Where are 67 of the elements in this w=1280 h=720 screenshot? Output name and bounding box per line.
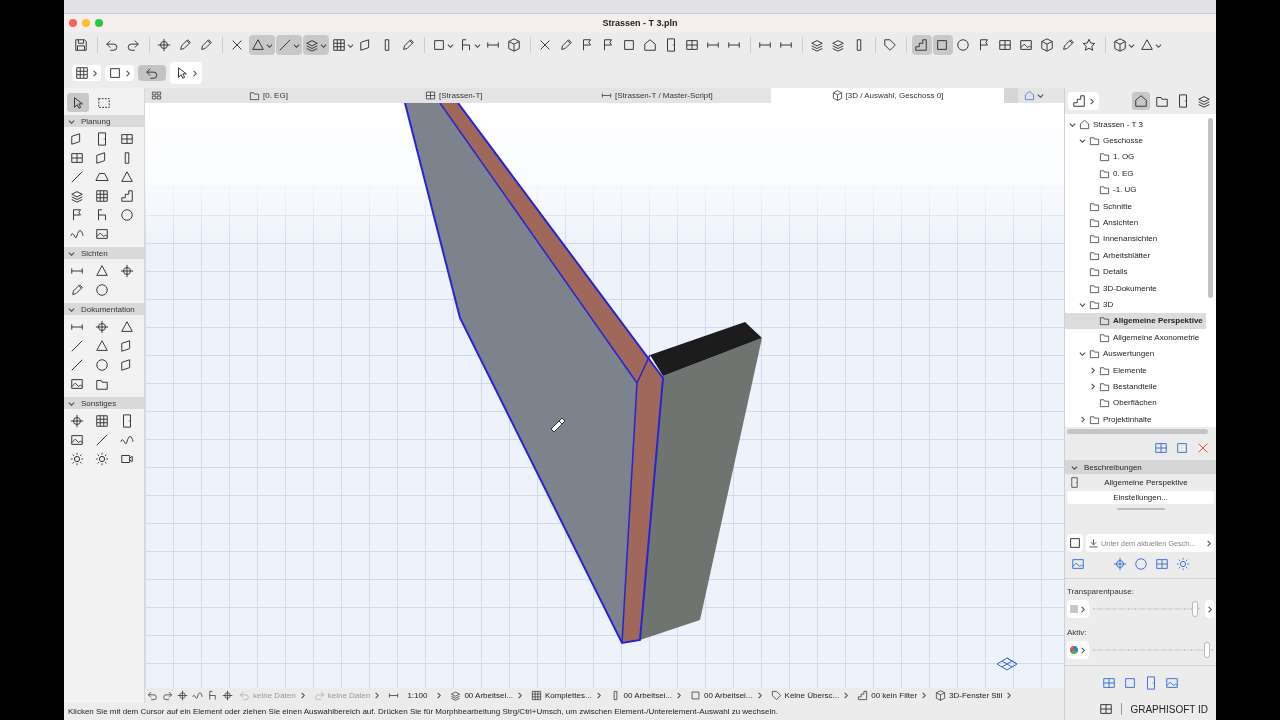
navigator-item[interactable]: Arbeitsblätter	[1065, 247, 1206, 264]
item-label: Allgemeine Axonometrie	[1113, 332, 1200, 342]
navigator-item[interactable]: Details	[1065, 263, 1206, 280]
toolbox-section-header[interactable]: Planung	[64, 115, 144, 127]
section-label: Beschreibungen	[1084, 462, 1142, 472]
settings-button[interactable]: Einstellungen...	[1067, 491, 1214, 504]
item-label: 0. EG	[1113, 168, 1134, 178]
status-dropdown[interactable]: Komplettes...	[528, 690, 604, 701]
navigator-item[interactable]: 0. EG	[1065, 165, 1206, 182]
navigator-item[interactable]: 3D-Dokumente	[1065, 279, 1206, 297]
item-label: Schnitte	[1103, 201, 1132, 211]
view-name: Allgemeine Perspektive	[1103, 478, 1189, 487]
status-dropdown[interactable]: 00 Arbeitsei...	[688, 690, 765, 701]
navigator-item[interactable]: 1. OG	[1065, 148, 1206, 166]
status-dropdown[interactable]: 00 Arbeitsei...	[448, 690, 525, 701]
section-header[interactable]: Beschreibungen	[1065, 460, 1216, 474]
view-tab[interactable]: [3D / Auswahl, Geschoss 0]	[771, 88, 1004, 103]
section-label: Sonstiges	[81, 398, 117, 408]
window-title: Strassen - T 3.pln	[602, 18, 678, 28]
section-label: Planung	[81, 116, 111, 126]
toolbox-section-header[interactable]: Dokumentation	[64, 303, 144, 315]
item-label: Allgemeine Perspektive	[1113, 316, 1203, 326]
section-label: Dokumentation	[81, 304, 135, 314]
item-label: Auswertungen	[1103, 349, 1155, 359]
item-label: 3D	[1103, 300, 1114, 309]
status-message: Klicken Sie mit dem Cursor auf ein Element oder ziehen Sie einen Auswahlbereich auf. Drücken Sie für Morphbearbeitung Strg/Ctrl+Umsch, um zwischen Element-/Unterelement-Auswahl zu wechseln.	[67, 706, 779, 718]
view-tab[interactable]: [Strassen-T]	[419, 88, 595, 103]
item-label: Bestandteile	[1113, 381, 1158, 391]
navigator-item[interactable]: Allgemeine Perspektive	[1065, 312, 1206, 330]
item-label: Projektinhalte	[1103, 414, 1152, 424]
navigator-item[interactable]: Projektinhalte	[1065, 411, 1206, 428]
item-label: 1. OG	[1113, 152, 1135, 162]
status-dropdown[interactable]: 00 Arbeitsei...	[607, 690, 685, 701]
item-label: 3D-Dokumente	[1103, 283, 1157, 293]
toolbox-section-header[interactable]: Sichten	[64, 247, 144, 259]
navigator-item[interactable]: Bestandteile	[1065, 378, 1206, 395]
item-label: Elemente	[1113, 365, 1147, 375]
navigator-item[interactable]: Allgemeine Axonometrie	[1065, 329, 1206, 346]
item-label: Strassen - T 3	[1093, 119, 1143, 129]
status-dropdown[interactable]: 3D-Fenster Stil	[933, 690, 1015, 701]
item-label: Geschosse	[1103, 136, 1144, 146]
status-dropdown[interactable]: 1:100	[386, 690, 445, 701]
navigator-item[interactable]: Elemente	[1065, 361, 1206, 379]
view-tab[interactable]: [Strassen-T / Master-Script]	[595, 88, 771, 103]
navigator-item[interactable]: Ansichten	[1065, 214, 1206, 231]
navigator-item[interactable]: Schnitte	[1065, 197, 1206, 215]
item-label: Arbeitsblätter	[1103, 250, 1151, 260]
item-label: Oberflächen	[1113, 398, 1157, 408]
status-dropdown[interactable]: Keine Übersc...	[768, 690, 852, 701]
navigator-item[interactable]: Auswertungen	[1065, 345, 1206, 362]
toolbox-section-header[interactable]: Sonstiges	[64, 397, 144, 409]
navigator-item[interactable]: Oberflächen	[1065, 394, 1206, 412]
slider-label: Aktiv:	[1066, 627, 1088, 639]
navigator-item[interactable]: -1. UG	[1065, 181, 1206, 198]
navigator-item[interactable]: Geschosse	[1065, 132, 1206, 149]
navigator-item[interactable]: Strassen - T 3	[1065, 116, 1206, 133]
view-tab[interactable]: [0. EG]	[243, 88, 419, 103]
item-label: Details	[1103, 267, 1128, 277]
navigator-item[interactable]: 3D	[1065, 296, 1206, 313]
item-label: Innenansichten	[1103, 234, 1158, 244]
section-label: Sichten	[81, 248, 108, 258]
navigator-item[interactable]: Innenansichten	[1065, 230, 1206, 248]
item-label: Ansichten	[1103, 218, 1139, 228]
slider-label: Transparentpause:	[1066, 586, 1135, 598]
item-label: -1. UG	[1113, 185, 1137, 195]
account-label[interactable]: GRAPHISOFT ID	[1130, 703, 1208, 715]
status-dropdown[interactable]: 00 kein Filter	[855, 690, 930, 701]
